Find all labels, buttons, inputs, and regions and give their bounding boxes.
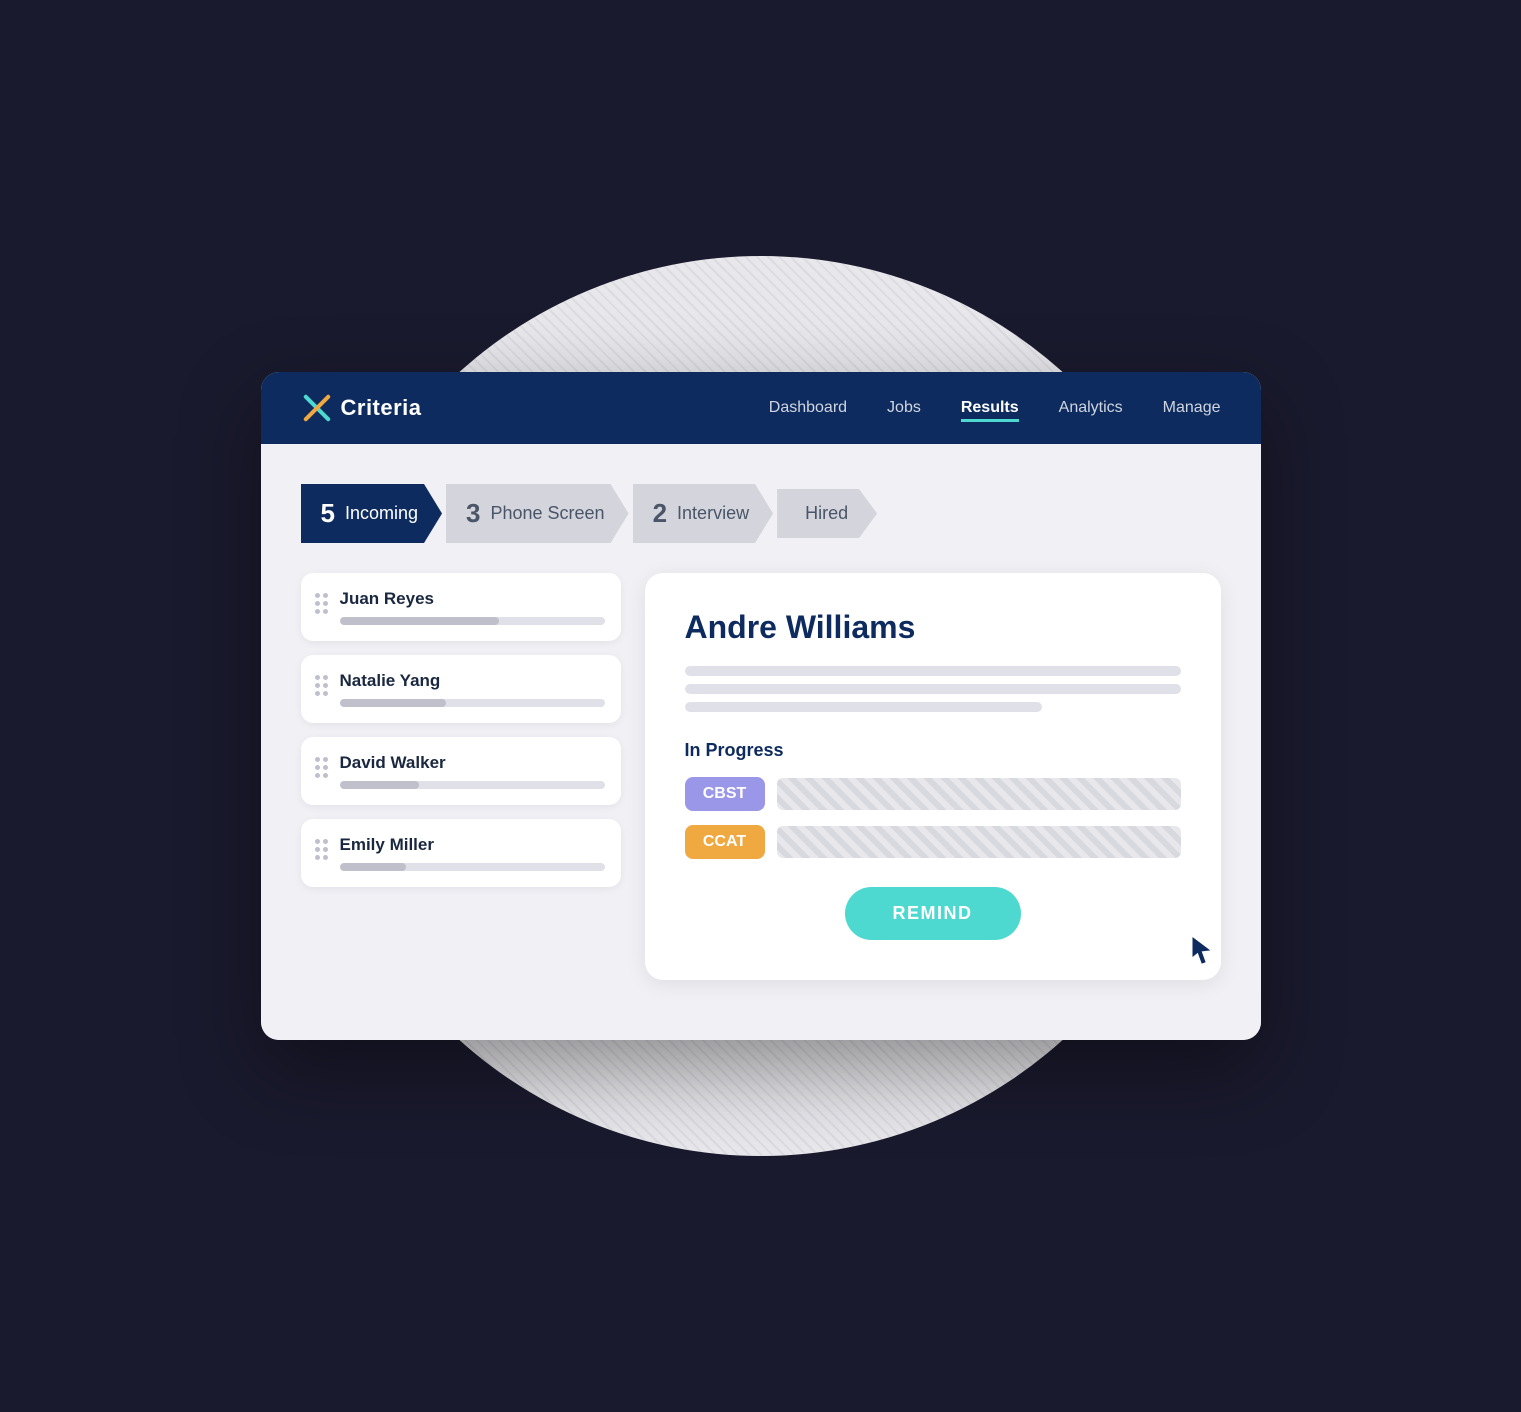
incoming-count: 5	[321, 498, 335, 529]
pipeline-step-incoming[interactable]: 5 Incoming	[301, 484, 443, 543]
candidate-card-natalie[interactable]: Natalie Yang	[301, 655, 621, 723]
drag-handle	[315, 671, 328, 696]
score-bar-fill	[340, 863, 406, 871]
nav-jobs[interactable]: Jobs	[887, 395, 921, 421]
detail-card: Andre Williams In Progress CBST CCAT	[645, 573, 1221, 980]
test-row-ccat: CCAT	[685, 825, 1181, 859]
drag-dot	[323, 691, 328, 696]
logo-icon	[301, 392, 333, 424]
drag-dot	[315, 593, 320, 598]
drag-dot	[315, 765, 320, 770]
pipeline-step-phone-screen[interactable]: 3 Phone Screen	[446, 484, 629, 543]
candidate-list: Juan Reyes	[301, 573, 621, 980]
candidate-info: Natalie Yang	[340, 671, 605, 707]
cursor-icon	[1191, 936, 1211, 964]
drag-dot	[323, 601, 328, 606]
drag-dot	[323, 683, 328, 688]
detail-candidate-name: Andre Williams	[685, 609, 1181, 646]
content-area: 5 Incoming 3 Phone Screen 2 Interview Hi…	[261, 444, 1261, 1040]
score-bar-background	[340, 617, 605, 625]
drag-handle	[315, 753, 328, 778]
nav-manage[interactable]: Manage	[1163, 395, 1221, 421]
phone-screen-label: Phone Screen	[490, 503, 604, 524]
drag-dot	[323, 609, 328, 614]
navbar: Criteria Dashboard Jobs Results Analytic…	[261, 372, 1261, 444]
drag-dot	[315, 839, 320, 844]
test-row-cbst: CBST	[685, 777, 1181, 811]
browser-window: Criteria Dashboard Jobs Results Analytic…	[261, 372, 1261, 1040]
pipeline-step-interview[interactable]: 2 Interview	[633, 484, 774, 543]
drag-handle	[315, 835, 328, 860]
candidate-info: David Walker	[340, 753, 605, 789]
phone-screen-count: 3	[466, 498, 480, 529]
candidate-card-david[interactable]: David Walker	[301, 737, 621, 805]
candidate-card-juan[interactable]: Juan Reyes	[301, 573, 621, 641]
drag-dot	[315, 675, 320, 680]
brand-name: Criteria	[341, 395, 422, 421]
candidate-name: Emily Miller	[340, 835, 605, 855]
candidate-name: Natalie Yang	[340, 671, 605, 691]
drag-dot	[315, 601, 320, 606]
drag-dot	[323, 593, 328, 598]
drag-dot	[315, 757, 320, 762]
score-bar-background	[340, 781, 605, 789]
drag-dot	[315, 773, 320, 778]
remind-button[interactable]: REMIND	[845, 887, 1021, 940]
score-bar-fill	[340, 781, 420, 789]
info-line-2	[685, 684, 1181, 694]
drag-dot	[315, 683, 320, 688]
candidate-name: Juan Reyes	[340, 589, 605, 609]
drag-dot	[323, 847, 328, 852]
score-bar-fill	[340, 617, 499, 625]
drag-dot	[323, 839, 328, 844]
cbst-badge: CBST	[685, 777, 765, 811]
drag-dot	[323, 773, 328, 778]
candidate-name: David Walker	[340, 753, 605, 773]
drag-dot	[315, 855, 320, 860]
pipeline-step-hired[interactable]: Hired	[777, 489, 877, 538]
logo: Criteria	[301, 392, 422, 424]
score-bar-fill	[340, 699, 446, 707]
incoming-label: Incoming	[345, 503, 418, 524]
cbst-progress-bar	[777, 778, 1181, 810]
candidate-card-emily[interactable]: Emily Miller	[301, 819, 621, 887]
score-bar-background	[340, 699, 605, 707]
ccat-badge: CCAT	[685, 825, 765, 859]
drag-dot	[323, 765, 328, 770]
nav-links: Dashboard Jobs Results Analytics Manage	[769, 395, 1221, 422]
hired-label: Hired	[805, 503, 848, 524]
drag-dot	[315, 691, 320, 696]
info-lines	[685, 666, 1181, 712]
interview-label: Interview	[677, 503, 749, 524]
drag-handle	[315, 589, 328, 614]
drag-dot	[315, 847, 320, 852]
nav-dashboard[interactable]: Dashboard	[769, 395, 847, 421]
scene: Criteria Dashboard Jobs Results Analytic…	[161, 106, 1361, 1306]
score-bar-background	[340, 863, 605, 871]
status-label: In Progress	[685, 740, 1181, 761]
candidate-info: Emily Miller	[340, 835, 605, 871]
drag-dot	[323, 757, 328, 762]
candidate-info: Juan Reyes	[340, 589, 605, 625]
drag-dot	[323, 855, 328, 860]
drag-dot	[315, 609, 320, 614]
two-column-layout: Juan Reyes	[301, 573, 1221, 980]
nav-results[interactable]: Results	[961, 395, 1019, 422]
info-line-3	[685, 702, 1042, 712]
nav-analytics[interactable]: Analytics	[1059, 395, 1123, 421]
interview-count: 2	[653, 498, 667, 529]
drag-dot	[323, 675, 328, 680]
info-line-1	[685, 666, 1181, 676]
pipeline: 5 Incoming 3 Phone Screen 2 Interview Hi…	[301, 484, 1221, 543]
ccat-progress-bar	[777, 826, 1181, 858]
